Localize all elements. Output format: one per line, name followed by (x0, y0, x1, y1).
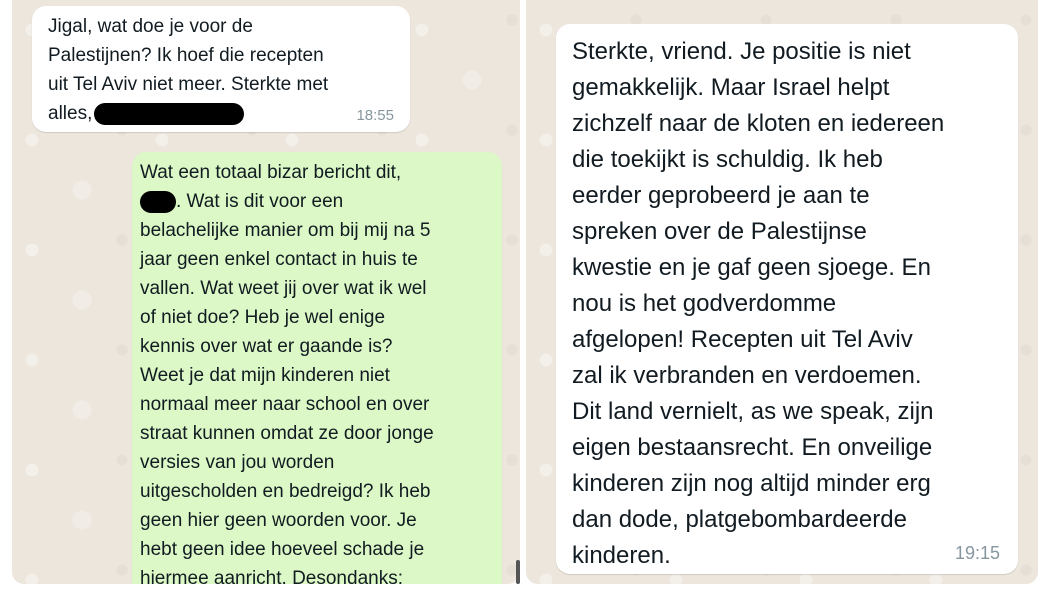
outgoing-message-bubble[interactable]: Wat een totaal bizar bericht dit, . Wat … (132, 152, 502, 584)
message-line: Wat een totaal bizar bericht dit, (140, 162, 402, 183)
message-line: zichzelf naar de kloten en iedereen (572, 110, 945, 137)
message-line: Dit land vernielt, as we speak, zijn (572, 398, 934, 425)
message-text: Jigal, wat doe je voor de Palestijnen? I… (48, 12, 328, 128)
message-line: uit Tel Aviv niet meer. Sterkte met (48, 74, 329, 95)
right-chat-panel: Sterkte, vriend. Je positie is niet gema… (526, 0, 1038, 584)
message-line: spreken over de Palestijnse (572, 218, 867, 245)
message-line: versies van jou worden (140, 452, 335, 473)
left-chat-panel: Jigal, wat doe je voor de Palestijnen? I… (12, 0, 520, 584)
scrollbar-thumb[interactable] (516, 560, 520, 584)
message-line: kinderen. (572, 542, 671, 569)
message-line: hebt geen idee hoeveel schade je (140, 539, 425, 560)
message-line: vallen. Wat weet jij over wat ik wel (140, 278, 427, 299)
message-line: of niet doe? Heb je wel enige (140, 307, 386, 328)
redacted-name (140, 190, 176, 213)
incoming-message-bubble[interactable]: Jigal, wat doe je voor de Palestijnen? I… (32, 6, 410, 132)
message-line: normaal meer naar school en over (140, 394, 430, 415)
message-line: Weet je dat mijn kinderen niet (140, 365, 390, 386)
message-line: kennis over wat er gaande is? (140, 336, 393, 357)
message-line: gemakkelijk. Maar Israel helpt (572, 74, 890, 101)
message-line: hiermee aanricht. Desondanks: (140, 568, 403, 584)
message-text: Wat een totaal bizar bericht dit, . Wat … (140, 158, 434, 584)
message-line: jaar geen enkel contact in huis te (140, 249, 418, 270)
message-line: kinderen zijn nog altijd minder erg (572, 470, 931, 497)
message-line: eerder geprobeerd je aan te (572, 182, 870, 209)
message-line: uitgescholden en bedreigd? Ik heb (140, 481, 431, 502)
message-text: Sterkte, vriend. Je positie is niet gema… (572, 34, 944, 574)
message-line: Palestijnen? Ik hoef die recepten (48, 45, 324, 66)
message-line: Jigal, wat doe je voor de (48, 16, 253, 37)
message-line: Sterkte, vriend. Je positie is niet (572, 38, 911, 65)
message-time: 19:15 (954, 543, 1000, 563)
message-line: belachelijke manier om bij mij na 5 (140, 220, 431, 241)
message-time: 18:55 (356, 107, 394, 124)
incoming-message-bubble[interactable]: Sterkte, vriend. Je positie is niet gema… (556, 24, 1018, 574)
redacted-name (94, 102, 245, 125)
message-line: eigen bestaansrecht. En onveilige (572, 434, 933, 461)
message-line: geen hier geen woorden voor. Je (140, 510, 417, 531)
message-line: die toekijkt is schuldig. Ik heb (572, 146, 883, 173)
message-line: alles, (48, 103, 93, 124)
message-line: zal ik verbranden en verdoemen. (572, 362, 922, 389)
message-line: kwestie en je gaf geen sjoege. En (572, 254, 931, 281)
message-line: straat kunnen omdat ze door jonge (140, 423, 434, 444)
message-line: . Wat is dit voor een (176, 191, 344, 212)
message-line: afgelopen! Recepten uit Tel Aviv (572, 326, 913, 353)
message-line: nou is het godverdomme (572, 290, 837, 317)
message-line: dan dode, platgebombardeerde (572, 506, 907, 533)
